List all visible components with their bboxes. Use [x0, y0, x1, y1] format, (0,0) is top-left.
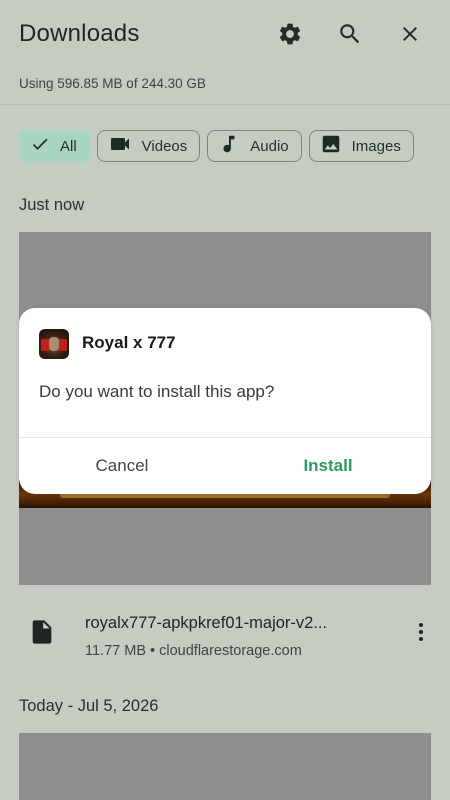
download-file-meta: 11.77 MB • cloudflarestorage.com [85, 643, 302, 659]
more-options-icon[interactable] [410, 618, 432, 646]
header-divider [0, 104, 450, 105]
filter-chip-images[interactable]: Images [308, 130, 414, 162]
install-button[interactable]: Install [225, 448, 431, 484]
search-icon[interactable] [336, 20, 364, 48]
image-icon [320, 133, 342, 159]
cancel-button[interactable]: Cancel [19, 448, 225, 484]
dialog-divider [19, 437, 431, 438]
section-heading-today: Today - Jul 5, 2026 [19, 697, 159, 715]
page-title: Downloads [19, 20, 140, 47]
filter-chips: All Videos Audio Images [19, 130, 414, 164]
filter-chip-all[interactable]: All [19, 130, 90, 162]
check-icon [30, 134, 50, 158]
download-thumbnail[interactable] [19, 733, 431, 800]
section-heading-just-now: Just now [19, 196, 85, 214]
install-dialog: Royal x 777 Do you want to install this … [19, 308, 431, 494]
filter-chip-label: Audio [250, 137, 289, 155]
filter-chip-audio[interactable]: Audio [207, 130, 302, 162]
dialog-app-name: Royal x 777 [82, 333, 176, 352]
filter-chip-label: All [60, 137, 77, 155]
filter-chip-label: Images [351, 137, 401, 155]
dialog-question: Do you want to install this app? [39, 382, 275, 401]
video-icon [108, 132, 132, 160]
storage-usage-text: Using 596.85 MB of 244.30 GB [19, 76, 206, 91]
file-icon [28, 618, 56, 646]
close-icon[interactable] [396, 20, 424, 48]
filter-chip-videos[interactable]: Videos [96, 130, 201, 162]
music-note-icon [218, 133, 240, 159]
download-file-name[interactable]: royalx777-apkpkref01-major-v2... [85, 614, 390, 633]
filter-chip-label: Videos [141, 137, 188, 155]
app-icon [39, 329, 69, 359]
settings-gear-icon[interactable] [276, 20, 304, 48]
